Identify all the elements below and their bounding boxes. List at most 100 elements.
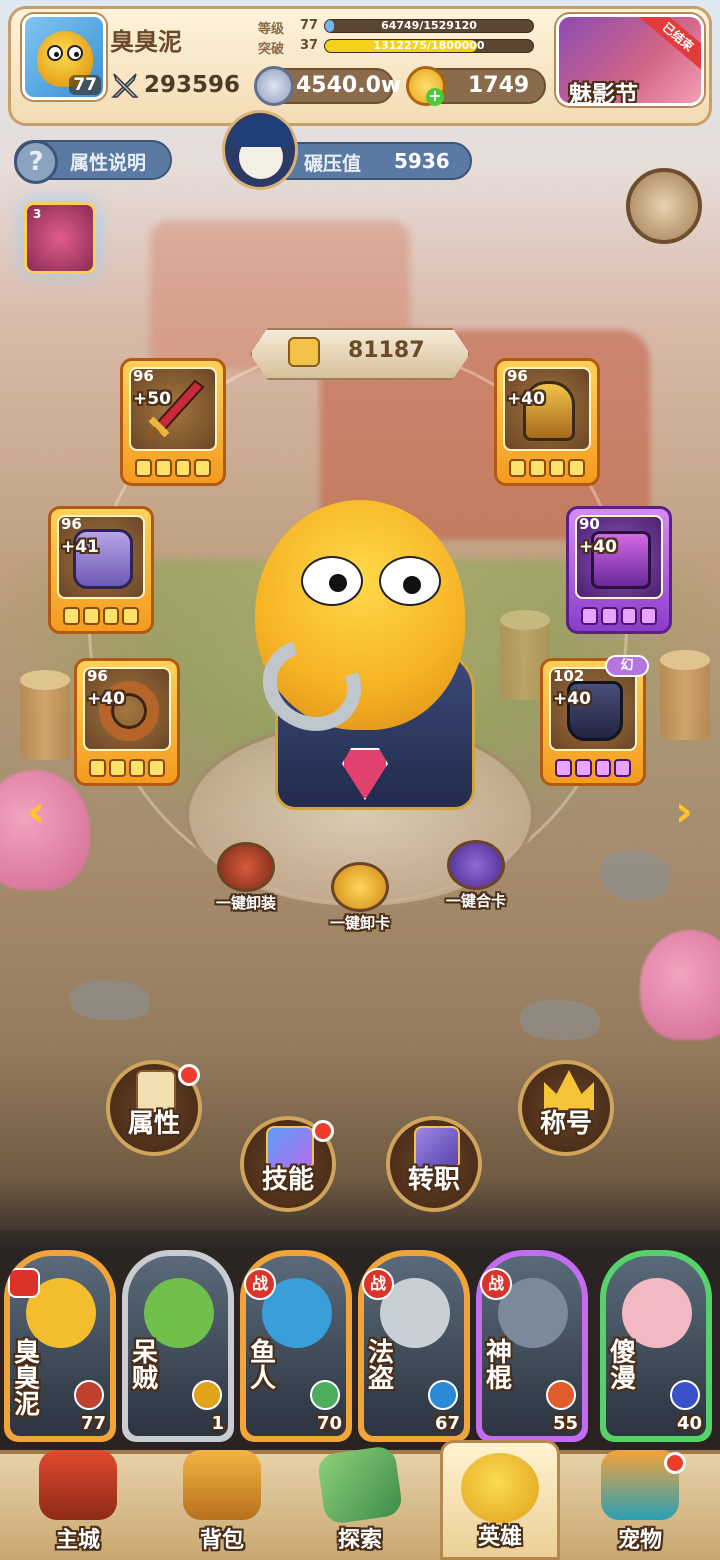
equip-level: 102	[553, 667, 585, 685]
nav-main-city-label: 主城	[55, 1528, 100, 1553]
hero-class-icon	[192, 1380, 222, 1410]
equip-plus: +41	[61, 537, 99, 557]
player-level: 77	[69, 75, 101, 95]
rock-decor	[600, 850, 670, 900]
nav-backpack[interactable]: 背包	[162, 1440, 282, 1560]
buff-item[interactable]: 3	[24, 202, 96, 274]
hero-card-name: 神棍	[486, 1338, 513, 1394]
add-gold-icon[interactable]: +	[426, 88, 444, 106]
class-change-button[interactable]: 转职	[386, 1116, 482, 1212]
equip-level: 96	[61, 515, 82, 533]
remove-all-cards-button[interactable]: 一键卸卡	[320, 862, 400, 933]
silver-coin-icon	[254, 66, 294, 106]
equip-slot-armor[interactable]: 96 +41	[48, 506, 154, 634]
rival-hero-avatar[interactable]	[222, 110, 298, 190]
attribute-help-button[interactable]: ? 属性说明	[14, 140, 172, 184]
hero-class-icon	[670, 1380, 700, 1410]
nav-pet[interactable]: 宠物	[580, 1440, 700, 1560]
equip-stars	[63, 607, 139, 625]
hero-card-name: 呆贼	[132, 1338, 159, 1394]
break-value: 37	[300, 38, 319, 53]
equip-plus: +40	[507, 389, 545, 409]
equip-slot-ring[interactable]: 96 +40	[74, 658, 180, 786]
sword-icon	[111, 73, 139, 98]
equip-level: 96	[507, 367, 528, 385]
equip-slot-boots[interactable]: 102 +40 幻	[540, 655, 649, 786]
helmet-score-icon	[288, 337, 320, 367]
hero-card-level: 40	[676, 1413, 702, 1434]
crush-value: 5936	[394, 149, 450, 173]
hero-card-level: 55	[552, 1413, 578, 1434]
mushroom-decor	[640, 930, 720, 1040]
event-ended-badge: 已结束	[637, 17, 701, 74]
grade-value: 77	[300, 18, 319, 33]
hero-card[interactable]: 神棍 55 战	[476, 1250, 588, 1442]
question-icon: ?	[14, 140, 58, 184]
battle-badge: 战	[480, 1268, 512, 1300]
gold-amount: 1749	[468, 73, 530, 98]
player-avatar[interactable]: 77	[22, 14, 106, 100]
notification-dot	[664, 1452, 686, 1474]
hero-card-name: 法盗	[368, 1338, 395, 1394]
break-exp-bar: 1312275/1800000	[324, 39, 534, 53]
player-name: 臭臭泥	[110, 28, 182, 56]
equip-slot-weapon[interactable]: 96 +50	[120, 358, 226, 486]
event-title: 魅影节	[569, 82, 638, 106]
crush-value-box: 碾压值 5936	[268, 142, 472, 180]
nav-explore[interactable]: 探索	[300, 1440, 420, 1560]
titles-label: 称号	[539, 1109, 592, 1139]
class-change-label: 转职	[407, 1165, 460, 1195]
equip-slot-helmet[interactable]: 96 +40	[494, 358, 600, 486]
grade-exp-text: 64749/1529120	[381, 19, 477, 32]
hero-icon	[461, 1453, 539, 1523]
merge-all-cards-button[interactable]: 一键合卡	[436, 840, 516, 911]
skills-button[interactable]: 技能	[240, 1116, 336, 1212]
hero-card[interactable]: 法盗 67 战	[358, 1250, 470, 1442]
silver-amount: 4540.0w	[296, 73, 402, 98]
nav-pet-label: 宠物	[617, 1528, 662, 1553]
hero-card[interactable]: 呆贼 1	[122, 1250, 234, 1442]
notification-dot	[312, 1120, 334, 1142]
hero-card[interactable]: 傻漫 40	[600, 1250, 712, 1442]
backpack-icon	[183, 1450, 261, 1520]
equip-stars	[581, 607, 657, 625]
grade-exp-bar: 64749/1529120	[324, 19, 534, 33]
event-banner[interactable]: 已结束 魅影节	[556, 14, 704, 106]
chevron-right-icon[interactable]: ›	[664, 784, 704, 840]
break-exp-text: 1312275/1800000	[373, 39, 485, 52]
hero-card[interactable]: 臭臭泥 77	[4, 1250, 116, 1442]
attribute-help-label: 属性说明	[70, 152, 147, 174]
equip-level: 96	[87, 667, 108, 685]
equipment-score: 81187	[348, 338, 425, 363]
equip-slot-legs[interactable]: 90 +40	[566, 506, 672, 634]
hero-card[interactable]: 鱼人 70 战	[240, 1250, 352, 1442]
hero-card-level: 67	[434, 1413, 460, 1434]
unequip-all-button[interactable]: 一键卸装	[206, 842, 286, 913]
equip-stars	[509, 459, 585, 477]
attributes-button[interactable]: 属性	[106, 1060, 202, 1156]
nav-main-city[interactable]: 主城	[18, 1440, 138, 1560]
nav-backpack-label: 背包	[199, 1528, 244, 1553]
chevron-left-icon[interactable]: ‹	[16, 784, 56, 840]
hero-class-icon	[74, 1380, 104, 1410]
emblem-icon[interactable]	[626, 168, 702, 244]
crush-label: 碾压值	[304, 153, 362, 175]
equip-plus: +40	[87, 689, 125, 709]
helmet-icon	[217, 842, 275, 892]
sword-equipment-icon	[146, 379, 205, 440]
rock-decor	[520, 1000, 600, 1040]
merge-cards-icon	[447, 840, 505, 890]
equip-stars	[555, 759, 631, 777]
hero-card-level: 77	[80, 1413, 106, 1434]
hero-card-level: 70	[316, 1413, 342, 1434]
notification-dot	[178, 1064, 200, 1086]
castle-icon	[39, 1450, 117, 1520]
hero-card-level: 1	[211, 1413, 224, 1434]
rock-decor	[70, 980, 150, 1020]
tree-stump	[20, 670, 70, 760]
remove-all-cards-label: 一键卸卡	[329, 914, 390, 932]
nav-hero[interactable]: 英雄	[440, 1440, 560, 1560]
break-label: 突破	[258, 42, 285, 57]
skills-label: 技能	[261, 1165, 314, 1195]
titles-button[interactable]: 称号	[518, 1060, 614, 1156]
